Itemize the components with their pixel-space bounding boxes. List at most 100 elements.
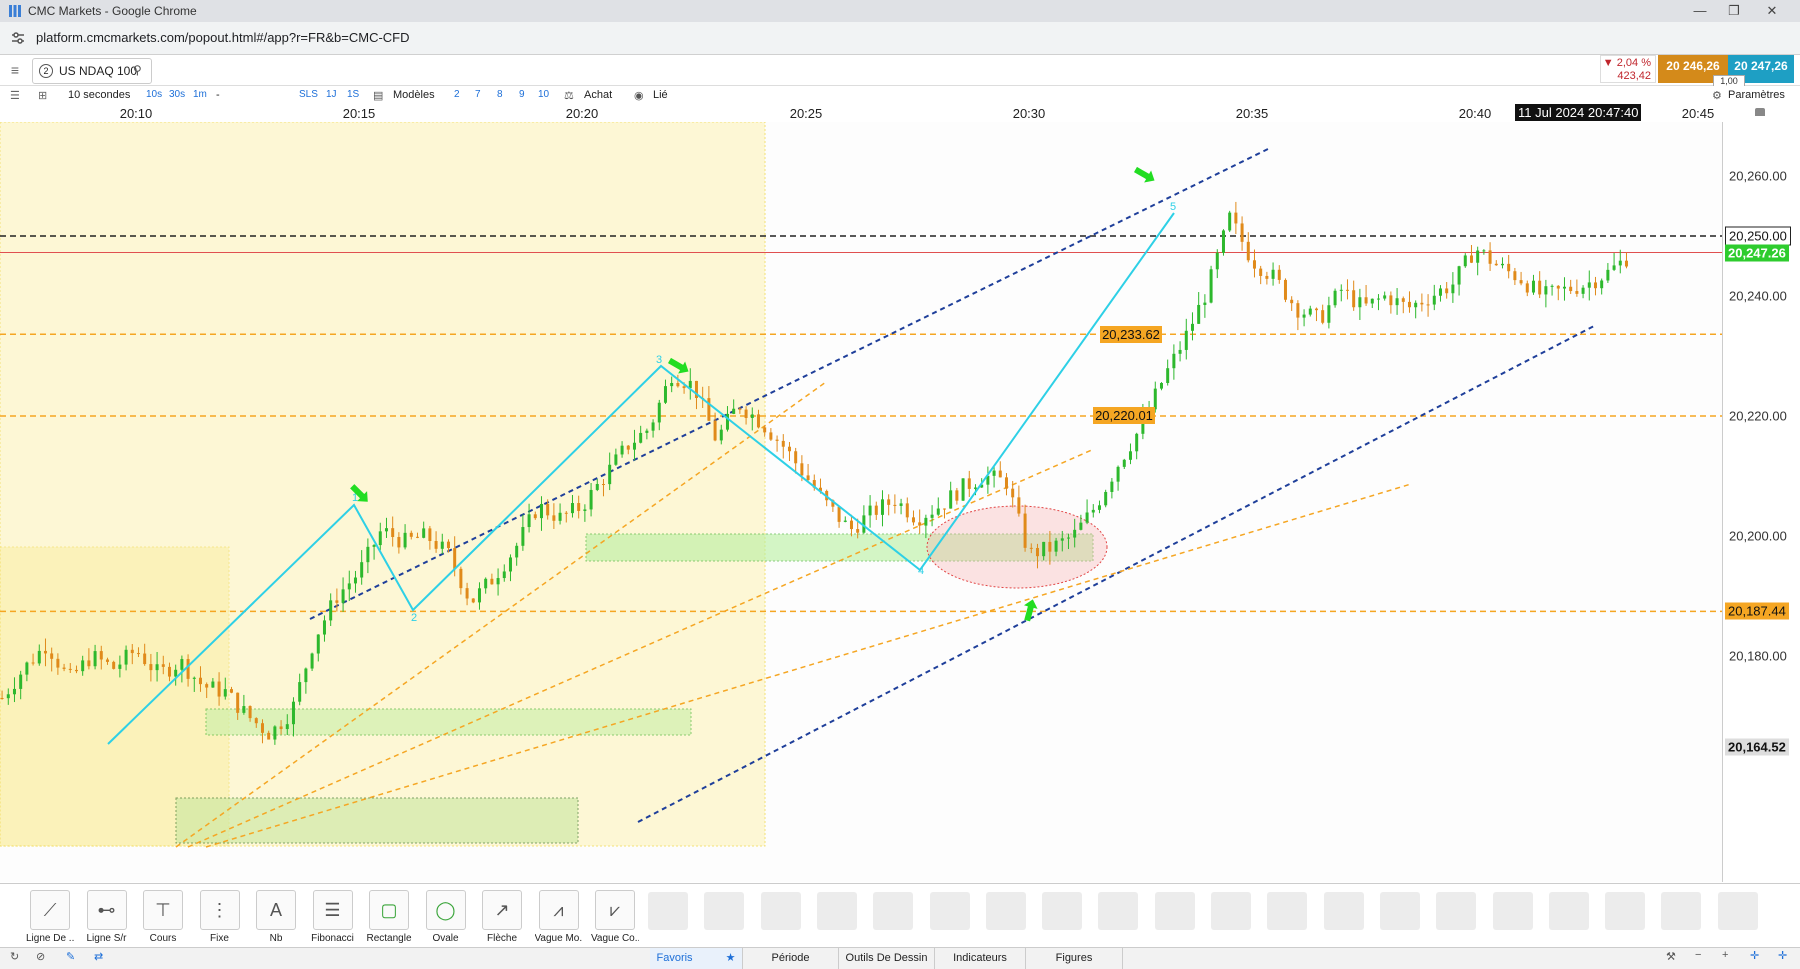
buy-mode-button[interactable]: Achat: [584, 89, 612, 101]
crosshair-icon[interactable]: ✛: [1750, 949, 1759, 962]
empty-tool-slot[interactable]: [1098, 892, 1139, 930]
linked-button[interactable]: Lié: [653, 89, 668, 101]
tool-trend-line[interactable]: ⟋ Ligne De ...: [26, 890, 74, 944]
tool-arrow[interactable]: ↗ Flèche: [478, 890, 526, 944]
tab-figures[interactable]: Figures: [1026, 948, 1123, 969]
candle-body: [1184, 330, 1188, 350]
candle-body: [1054, 540, 1058, 552]
candle-body: [763, 427, 767, 433]
menu-icon[interactable]: ≡: [6, 61, 24, 79]
tool-fixed-line[interactable]: ⋮ Fixe: [196, 890, 244, 944]
empty-tool-slot[interactable]: [1492, 892, 1533, 930]
empty-tool-slot[interactable]: [1154, 892, 1195, 930]
url-text[interactable]: platform.cmcmarkets.com/popout.html#/app…: [36, 30, 410, 45]
tab-favoris[interactable]: Favoris ★: [650, 948, 743, 969]
interval-selector[interactable]: 10 secondes: [68, 89, 130, 101]
candle-body: [639, 432, 643, 443]
candle-body: [360, 562, 364, 578]
interval-10s[interactable]: 10s: [146, 89, 162, 100]
daily-change: ▼ 2,04 % 423,42: [1600, 55, 1656, 83]
price-chart[interactable]: 1 2 3 4 5 20,233.62 20,220.01: [0, 122, 1722, 882]
interval-30s[interactable]: 30s: [169, 89, 185, 100]
no-entry-icon[interactable]: ⊘: [36, 950, 45, 963]
tool-rectangle[interactable]: ▢ Rectangle: [365, 890, 413, 944]
tool-label: Vague Co...: [591, 933, 639, 944]
scale-icon[interactable]: ⚖: [564, 89, 574, 102]
order-1j[interactable]: 1J: [326, 89, 337, 100]
empty-tool-slot[interactable]: [1661, 892, 1702, 930]
template-10[interactable]: 10: [538, 89, 549, 100]
tool-fibonacci[interactable]: ☰ Fibonacci: [309, 890, 357, 944]
candle-body: [1538, 280, 1542, 295]
empty-tool-slot[interactable]: [1548, 892, 1589, 930]
template-9[interactable]: 9: [519, 89, 525, 100]
empty-tool-slot[interactable]: [1211, 892, 1251, 930]
interval-more[interactable]: -: [216, 89, 220, 101]
interval-1m[interactable]: 1m: [193, 89, 207, 100]
settings-button[interactable]: Paramètres: [1728, 89, 1785, 101]
tool-oval[interactable]: ◯ Ovale: [422, 890, 470, 944]
instrument-tab[interactable]: 2 US NDAQ 100 ⚲: [32, 58, 152, 84]
settings-gear-icon[interactable]: ⚙: [1712, 89, 1722, 102]
tool-price-line[interactable]: ⊤ Cours: [139, 890, 187, 944]
current-price-label: 20,247.26: [1725, 244, 1789, 262]
candle-body: [992, 470, 996, 476]
pencil-icon[interactable]: ✎: [66, 950, 75, 963]
candle-body: [223, 689, 227, 697]
list-view-icon[interactable]: ☰: [10, 89, 20, 102]
empty-tool-slot[interactable]: [1605, 892, 1646, 930]
order-sls[interactable]: SLS: [299, 89, 318, 100]
tool-label: Ligne S/r: [86, 933, 127, 944]
empty-tool-slot[interactable]: [1379, 892, 1420, 930]
candle-body: [527, 514, 531, 528]
zoom-in-icon[interactable]: +: [1722, 949, 1728, 961]
layout-grid-icon[interactable]: ⊞: [38, 89, 47, 102]
empty-tool-slot[interactable]: [929, 892, 970, 930]
tab-indicateurs[interactable]: Indicateurs: [935, 948, 1026, 969]
site-info-icon[interactable]: [10, 30, 26, 46]
templates-button[interactable]: Modèles: [393, 89, 435, 101]
tab-outils-dessin[interactable]: Outils De Dessin: [839, 948, 935, 969]
restore-button[interactable]: ❐: [1714, 0, 1754, 22]
refresh-icon[interactable]: ↻: [10, 950, 19, 963]
empty-tool-slot[interactable]: [648, 892, 688, 930]
tool-sr-line[interactable]: ⊷ Ligne S/r: [83, 890, 131, 944]
eye-icon[interactable]: ◉: [634, 89, 644, 102]
tab-periode[interactable]: Période: [743, 948, 839, 969]
empty-tool-slot[interactable]: [985, 892, 1026, 930]
tool-wave-motive[interactable]: ⩘ Vague Mo...: [535, 890, 583, 944]
search-icon[interactable]: ⚲: [133, 63, 142, 77]
browser-title-bar: CMC Markets - Google Chrome — ❐ ✕: [0, 0, 1800, 22]
candle-body: [366, 546, 370, 563]
empty-tool-slot[interactable]: [1436, 892, 1477, 930]
zoom-out-icon[interactable]: −: [1695, 949, 1701, 961]
empty-tool-slot[interactable]: [873, 892, 914, 930]
close-button[interactable]: ✕: [1752, 0, 1792, 22]
candle-body: [955, 490, 959, 501]
template-8[interactable]: 8: [497, 89, 503, 100]
empty-tool-slot[interactable]: [816, 892, 857, 930]
candle-body: [74, 669, 78, 672]
empty-tool-slot[interactable]: [704, 892, 745, 930]
tool-text-note[interactable]: A Nb: [252, 890, 300, 944]
candle-body: [1370, 298, 1374, 304]
templates-icon[interactable]: ▤: [373, 89, 383, 102]
empty-tool-slot[interactable]: [1042, 892, 1083, 930]
template-2[interactable]: 2: [454, 89, 460, 100]
order-1s[interactable]: 1S: [347, 89, 359, 100]
candle-body: [911, 517, 915, 523]
candle-body: [1308, 308, 1312, 315]
empty-tool-slot[interactable]: [760, 892, 801, 930]
price-line-icon: ⊤: [143, 890, 183, 930]
empty-tool-slot[interactable]: [1267, 892, 1308, 930]
candle-body: [1395, 298, 1399, 306]
crosshair-split-icon[interactable]: ✛: [1778, 949, 1787, 962]
scroll-handle-icon[interactable]: [1755, 108, 1765, 116]
candle-body: [1116, 466, 1120, 482]
swap-icon[interactable]: ⇄: [94, 950, 103, 963]
template-7[interactable]: 7: [475, 89, 481, 100]
empty-tool-slot[interactable]: [1323, 892, 1364, 930]
tool-wave-corrective[interactable]: ⩗ Vague Co...: [591, 890, 639, 944]
pin-icon[interactable]: ⚒: [1666, 950, 1676, 963]
empty-tool-slot[interactable]: [1717, 892, 1758, 930]
